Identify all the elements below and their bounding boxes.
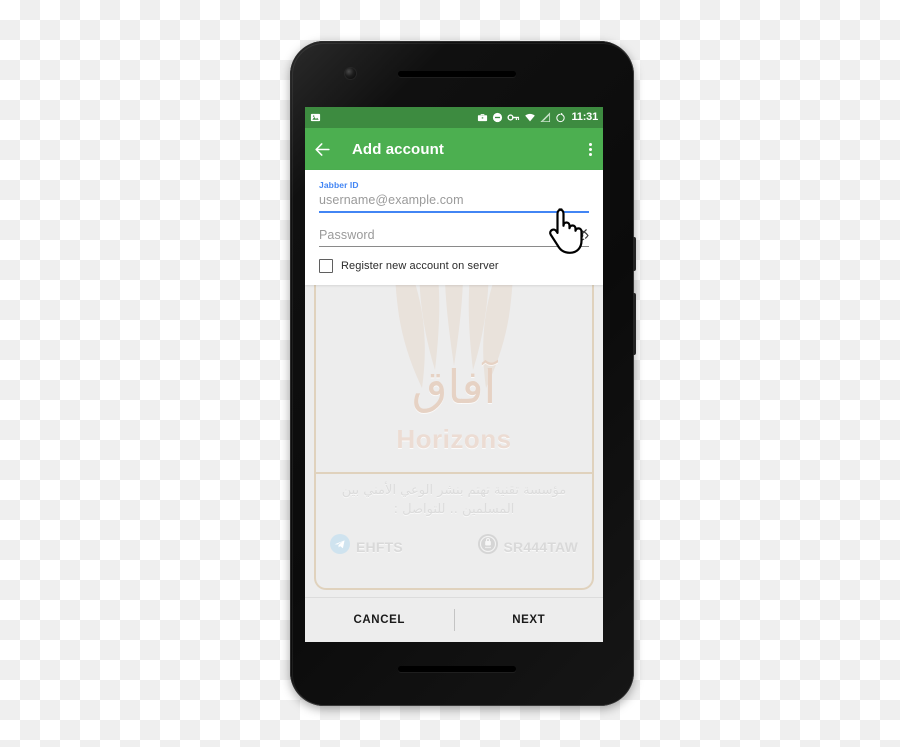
next-button[interactable]: NEXT [455, 614, 604, 626]
screen-content: آفاق Horizons مؤسسة تقنية تهتم بنشر الوع… [305, 170, 603, 642]
status-bar: 11:31 [305, 107, 603, 128]
alarm-icon [555, 112, 566, 123]
bottom-speaker [398, 666, 516, 672]
jabber-id-field-group: Jabber ID username@example.com [319, 180, 589, 213]
dialog-button-bar: CANCEL NEXT [305, 597, 603, 642]
secondary-handle-text: SR444TAW [503, 538, 578, 555]
cancel-button[interactable]: CANCEL [305, 614, 454, 626]
overflow-menu-icon[interactable] [586, 139, 595, 160]
back-arrow-icon[interactable] [313, 140, 332, 159]
wifi-icon [524, 112, 536, 123]
eye-off-icon[interactable] [572, 227, 589, 244]
account-form-card: Jabber ID username@example.com Password [305, 170, 603, 285]
vpn-key-icon [507, 112, 520, 123]
watermark-arabic-logo: آفاق [411, 360, 497, 414]
password-underline [319, 246, 589, 247]
watermark-caption: مؤسسة تقنية تهتم بنشر الوعي الأمني بين ا… [341, 483, 567, 517]
jabber-id-label: Jabber ID [319, 180, 359, 190]
phone-mockup: 11:31 Add account آفاق Horizons مؤسسة تق… [290, 41, 636, 706]
jabber-id-underline [319, 211, 589, 213]
earpiece-speaker [398, 71, 516, 77]
register-checkbox-label: Register new account on server [341, 260, 499, 272]
watermark-handles: EHFTS SR444TAW [330, 534, 578, 559]
password-input[interactable]: Password [319, 226, 589, 246]
status-bar-system-icons: 11:31 [477, 112, 598, 123]
power-button[interactable] [633, 237, 636, 271]
status-bar-clock: 11:31 [571, 111, 598, 123]
front-camera-icon [345, 68, 356, 79]
phone-screen: 11:31 Add account آفاق Horizons مؤسسة تق… [305, 107, 603, 642]
register-checkbox-row[interactable]: Register new account on server [319, 259, 589, 273]
jabber-id-input[interactable]: username@example.com [319, 191, 589, 211]
watermark-divider [316, 472, 592, 474]
app-bar: Add account [305, 128, 603, 170]
page-title: Add account [352, 140, 444, 158]
cell-signal-icon [540, 112, 551, 123]
password-field-group: Password [319, 226, 589, 247]
watermark-latin-logo: Horizons [396, 424, 512, 454]
secondary-handle: SR444TAW [477, 534, 578, 559]
app-badge-icon [477, 534, 498, 559]
volume-button[interactable] [633, 293, 636, 355]
telegram-icon [330, 534, 350, 559]
telegram-handle-text: EHFTS [356, 538, 403, 555]
register-checkbox[interactable] [319, 259, 333, 273]
telegram-handle: EHFTS [330, 534, 403, 559]
image-icon [310, 112, 321, 123]
status-bar-notifications [310, 112, 321, 123]
work-profile-icon [477, 112, 488, 123]
do-not-disturb-icon [492, 112, 503, 123]
